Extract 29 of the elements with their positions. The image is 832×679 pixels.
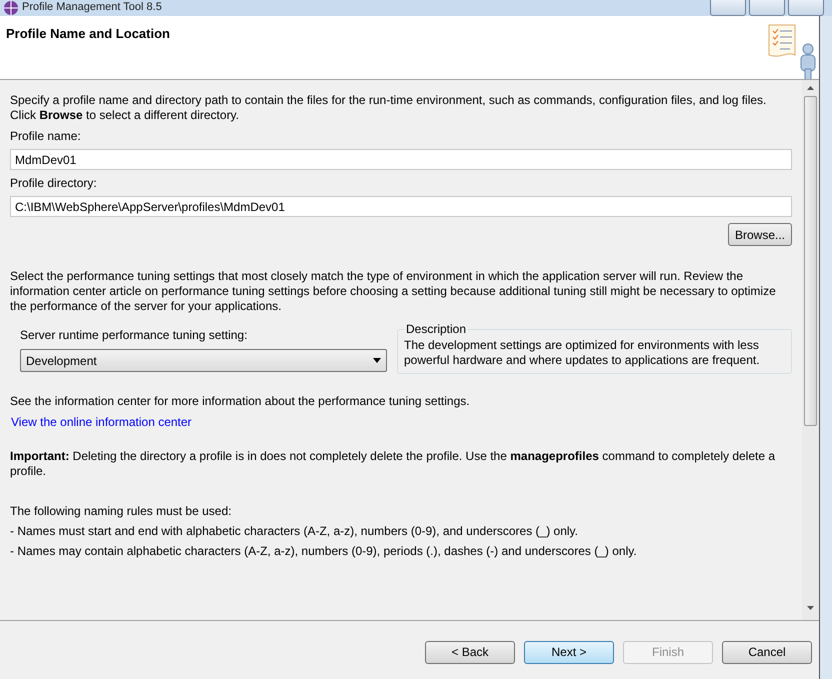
wizard-button[interactable]: Cancel — [722, 640, 812, 664]
page-title: Profile Name and Location — [6, 26, 170, 43]
rule-text: - Names must start and end with alphabetic characters (A-Z, a-z), numbers (0-9), and underscores (_) only. — [10, 524, 580, 539]
tuning-label: Server runtime performance tuning setting: — [20, 328, 248, 343]
tuning-text: Select the performance tuning settings that most closely match the type of environment in which the application server will run. Review the information center article on performance tuning settings before choosing a setting because additional tuning still might be necessary to optimize the performance of the server for your applications. — [10, 269, 777, 314]
description-text: The development settings are optimized for environments with less powerful hardware and where updates to applications are frequent. — [404, 338, 761, 368]
description-title: Description — [405, 322, 468, 336]
important-text: Important: Deleting the directory a profile is in does not completely delete the profile. Use the manageprofiles command to completely delete a profile. — [10, 449, 776, 478]
dropdown-caret-icon — [373, 358, 381, 363]
scroll-down-icon[interactable] — [807, 606, 814, 610]
info-center-link[interactable]: View the online information center — [11, 415, 192, 429]
tuning-dropdown[interactable]: Development — [20, 349, 387, 372]
scrollbar-thumb[interactable] — [804, 96, 817, 426]
browse-button[interactable]: Browse... — [728, 223, 792, 246]
field-label: Profile directory: — [10, 176, 98, 191]
text-field[interactable]: MdmDev01 — [10, 149, 792, 170]
rules-heading: The following naming rules must be used: — [10, 504, 232, 519]
window-title: Profile Management Tool 8.5 — [22, 1, 162, 14]
close-button[interactable] — [788, 0, 824, 16]
minimize-button[interactable] — [710, 0, 746, 16]
intro-text: Specify a profile name and directory path to contain the files for the run-time environment, such as commands, configuration files, and log files. Click Browse to select a different directory. — [10, 93, 766, 122]
text-field[interactable]: C:\IBM\WebSphere\AppServer\profiles\MdmDev01 — [10, 196, 792, 217]
field-label: Profile name: — [10, 129, 82, 144]
scroll-up-icon[interactable] — [807, 86, 814, 90]
info-text: See the information center for more information about the performance tuning settings. — [10, 394, 471, 409]
rule-text: - Names may contain alphabetic characters (A-Z, a-z), numbers (0-9), periods (.), dashes (-) and underscores (_) only. — [10, 544, 638, 559]
maximize-button[interactable] — [749, 0, 785, 16]
wizard-button[interactable]: Next > — [524, 640, 614, 664]
wizard-button[interactable]: < Back — [425, 640, 515, 664]
